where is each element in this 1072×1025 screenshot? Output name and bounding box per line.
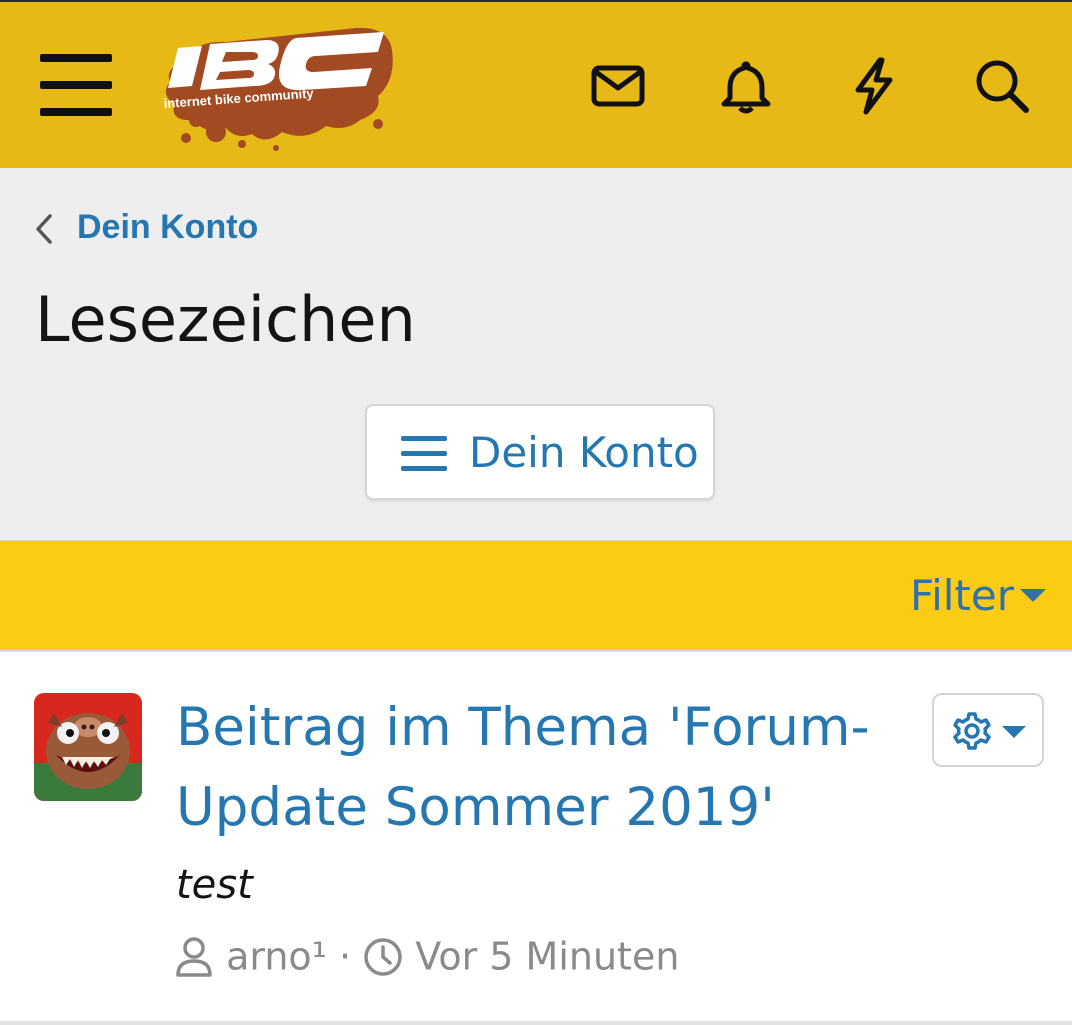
ibc-logo[interactable]: internet bike community [156,20,396,152]
avatar[interactable] [34,693,142,801]
lightning-icon[interactable] [844,56,904,116]
filter-button[interactable]: Filter [910,571,1046,621]
bookmark-item: Beitrag im Thema 'Forum-Update Sommer 20… [0,652,1072,1025]
chevron-left-icon[interactable] [32,212,54,246]
account-button-label: Dein Konto [469,428,699,477]
bookmark-options-button[interactable] [932,693,1044,767]
top-navigation-bar: internet bike community [0,0,1072,168]
breadcrumb-link[interactable]: Dein Konto [77,208,258,247]
gear-icon [952,711,992,751]
mail-icon[interactable] [588,56,648,116]
breadcrumb-section: Dein Konto Lesezeichen Dein Konto [0,168,1072,540]
divider [0,1021,1072,1025]
page-title: Lesezeichen [35,283,416,356]
search-icon[interactable] [972,56,1032,116]
list-icon [401,434,449,474]
clock-icon [363,935,403,979]
author-link[interactable]: arno¹ [226,935,327,979]
filter-label: Filter [909,571,1014,620]
bookmark-title-link[interactable]: Beitrag im Thema 'Forum-Update Sommer 20… [176,688,896,848]
bookmark-meta: arno¹ · Vor 5 Minuten [174,932,679,982]
account-menu-button[interactable]: Dein Konto [365,404,715,500]
bookmark-snippet: test [176,862,253,908]
filter-bar: Filter [0,540,1072,652]
caret-down-icon [1020,589,1046,602]
meta-separator: · [339,934,352,979]
caret-down-icon [1002,726,1026,738]
bell-icon[interactable] [716,56,776,116]
menu-icon[interactable] [40,54,112,116]
user-icon [174,935,214,979]
bookmark-time: Vor 5 Minuten [415,934,680,979]
